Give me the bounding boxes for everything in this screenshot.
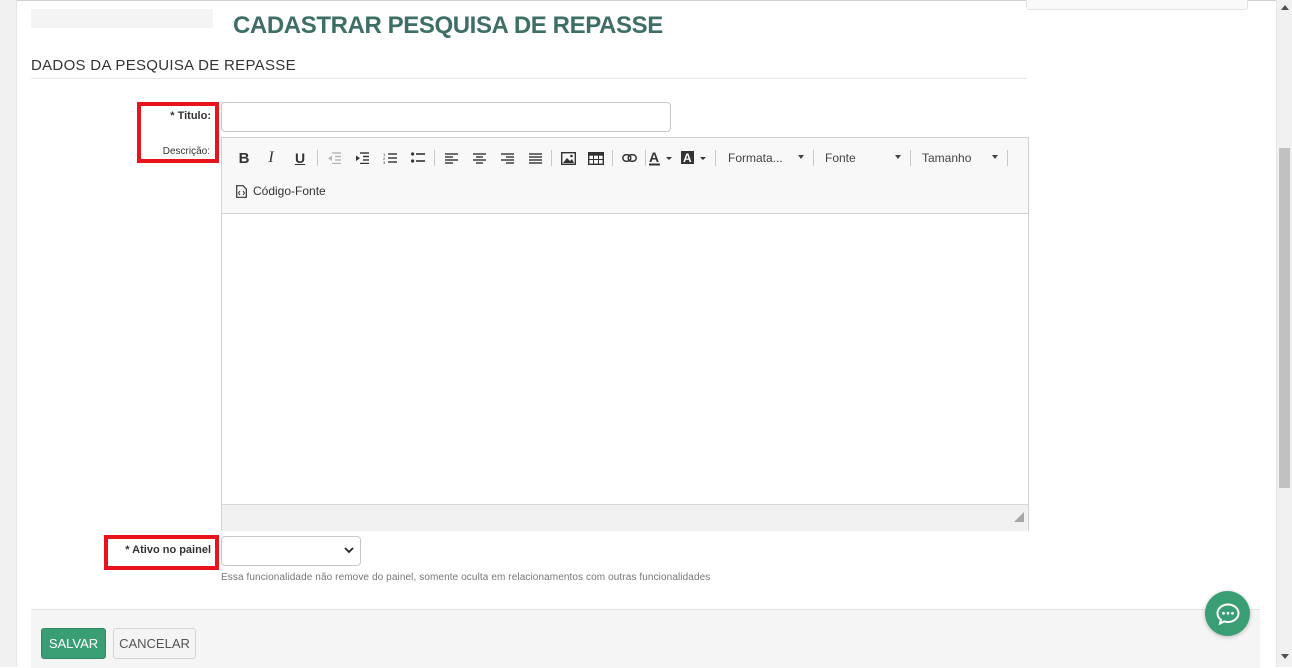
svg-text:A: A [649,150,659,165]
scroll-down-arrow-icon[interactable] [1281,654,1289,659]
toolbar-separator [813,150,814,166]
cancel-button[interactable]: CANCELAR [113,628,196,659]
bulleted-list-icon[interactable] [407,147,429,169]
chat-icon [1215,602,1240,625]
toolbar-separator [317,150,318,166]
form-footer: SALVAR CANCELAR [31,609,1260,668]
outdent-icon[interactable] [323,147,345,169]
save-button[interactable]: SALVAR [41,628,106,659]
toolbar-separator [645,150,646,166]
editor-content-area[interactable] [222,214,1028,504]
ativo-help-text: Essa funcionalidade não remove do painel… [221,572,711,583]
numbered-list-icon[interactable]: 123 [379,147,401,169]
source-code-button[interactable]: Código-Fonte [236,182,326,200]
scrollbar-thumb[interactable] [1279,148,1290,488]
left-panel-edge [0,0,17,667]
highlight-box-titulo [137,102,219,163]
align-left-icon[interactable] [440,147,462,169]
background-color-button[interactable]: A [680,147,708,169]
align-center-icon[interactable] [468,147,490,169]
scroll-up-arrow-icon[interactable] [1281,5,1289,10]
titulo-input[interactable] [221,102,671,132]
font-dropdown[interactable]: Fonte [825,147,903,169]
svg-text:3: 3 [383,160,386,164]
table-icon[interactable] [585,147,607,169]
chevron-down-icon [992,155,998,159]
top-right-widget [1026,0,1248,10]
section-divider [31,78,1027,79]
italic-button[interactable]: I [260,147,282,169]
underline-button[interactable]: U [289,147,311,169]
bold-button[interactable]: B [233,147,255,169]
svg-text:A: A [683,151,692,165]
highlight-box-ativo [104,535,219,570]
section-title: DADOS DA PESQUISA DE REPASSE [31,57,296,74]
editor-statusbar [222,504,1028,531]
source-code-label: Código-Fonte [253,184,326,198]
link-icon[interactable] [618,147,640,169]
chevron-down-icon [344,547,354,554]
align-right-icon[interactable] [496,147,518,169]
toolbar-separator [612,150,613,166]
breadcrumb-placeholder [31,9,213,28]
indent-icon[interactable] [351,147,373,169]
text-color-button[interactable]: A [648,147,674,169]
size-dropdown-label: Tamanho [922,151,972,165]
image-icon[interactable] [557,147,579,169]
page-title: CADASTRAR PESQUISA DE REPASSE [233,12,663,39]
page-scrollbar[interactable] [1276,0,1292,667]
align-justify-icon[interactable] [524,147,546,169]
rich-text-editor: B I U 123 A A Formata... Fonte Tamanho C… [221,137,1029,531]
toolbar-separator [715,150,716,166]
editor-toolbar: B I U 123 A A Formata... Fonte Tamanho C… [222,138,1028,214]
ativo-select[interactable] [221,536,361,566]
chevron-down-icon [798,155,804,159]
toolbar-separator [910,150,911,166]
size-dropdown[interactable]: Tamanho [922,147,1000,169]
toolbar-separator [434,150,435,166]
resize-handle-icon[interactable] [1014,509,1024,527]
chevron-down-icon [895,155,901,159]
font-dropdown-label: Fonte [825,151,856,165]
toolbar-separator [1007,150,1008,166]
format-dropdown-label: Formata... [728,151,783,165]
source-code-icon [236,184,247,198]
chat-button[interactable] [1205,591,1250,636]
format-dropdown[interactable]: Formata... [728,147,806,169]
toolbar-separator [551,150,552,166]
